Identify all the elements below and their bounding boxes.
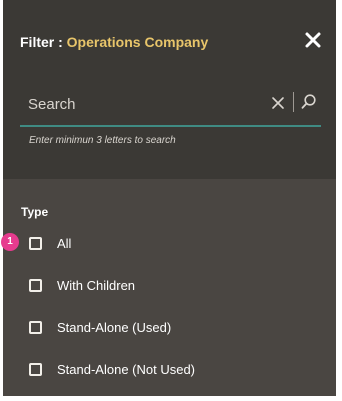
- option-label: Stand-Alone (Used): [57, 319, 172, 335]
- option-stand-alone-not-used[interactable]: Stand-Alone (Not Used): [29, 358, 309, 380]
- search-divider: [293, 92, 294, 112]
- search-icon[interactable]: [300, 93, 318, 111]
- checkbox[interactable]: [29, 362, 42, 376]
- option-label: Stand-Alone (Not Used): [57, 361, 196, 377]
- filter-panel: Filter : Operations Company Enter: [3, 0, 336, 396]
- checkbox[interactable]: [29, 278, 42, 292]
- option-stand-alone-used[interactable]: Stand-Alone (Used): [29, 316, 309, 338]
- clear-icon[interactable]: [270, 95, 286, 111]
- option-label: With Children: [57, 277, 136, 293]
- company-name: Operations Company: [66, 34, 209, 50]
- filter-title: Filter : Operations Company: [20, 34, 208, 50]
- close-icon[interactable]: [302, 29, 324, 51]
- checkbox[interactable]: [29, 320, 42, 334]
- search-hint: Enter minimun 3 letters to search: [29, 135, 176, 146]
- type-heading: Type: [21, 205, 49, 219]
- search-input[interactable]: [20, 88, 258, 120]
- filter-title-prefix: Filter :: [20, 34, 67, 50]
- option-all[interactable]: All: [29, 232, 309, 254]
- search-field: [20, 88, 321, 127]
- option-with-children[interactable]: With Children: [29, 274, 309, 296]
- checkbox[interactable]: [29, 236, 42, 250]
- option-label: All: [57, 235, 72, 251]
- callout-badge: 1: [1, 233, 19, 251]
- filter-header: Filter : Operations Company Enter: [3, 0, 336, 179]
